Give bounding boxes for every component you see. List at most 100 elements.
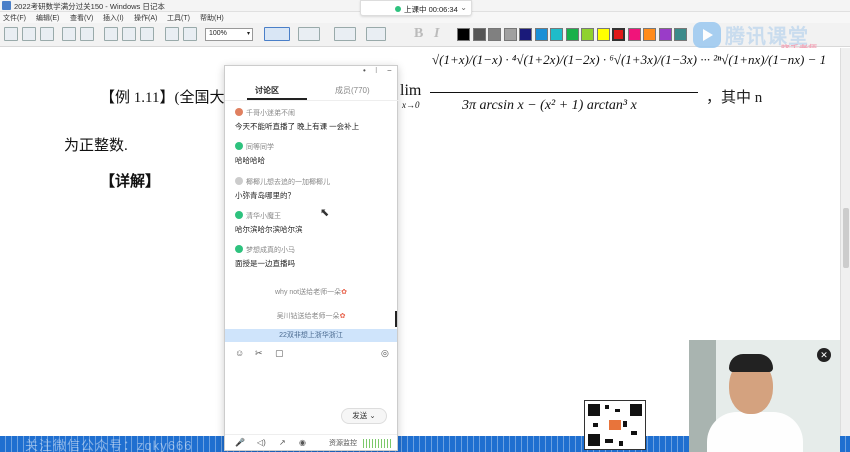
- scrollbar-thumb[interactable]: [843, 208, 849, 268]
- message-text: 面授是一边直播吗: [235, 259, 295, 268]
- live-timer: 上课中 00:06:34: [404, 5, 458, 14]
- redo-icon[interactable]: [183, 27, 197, 41]
- live-status-pill[interactable]: 上课中 00:06:34 ⌄: [360, 0, 472, 16]
- presenter-hair: [729, 354, 773, 372]
- formula-tail: ，其中 n: [706, 90, 763, 106]
- watermark-text: 关注微信公众号：zqky666: [25, 438, 193, 452]
- emoji-icon[interactable]: ☺: [235, 348, 244, 358]
- example-heading: 【例 1.11】(全国大学: [100, 90, 240, 106]
- color-swatch[interactable]: [472, 28, 486, 41]
- location-icon[interactable]: ◉: [299, 438, 306, 447]
- app-icon: [2, 1, 11, 10]
- message-text: 今天不能听直播了 晚上有课 一会补上: [235, 122, 360, 131]
- system-gift-message: why not送给老师一朵✿: [225, 287, 397, 297]
- answer-heading: 【详解】: [100, 174, 161, 190]
- avatar: [235, 211, 243, 219]
- menu-action[interactable]: 操作(A): [134, 13, 157, 23]
- message-text: 哈哈哈哈: [235, 156, 265, 165]
- menu-view[interactable]: 查看(V): [70, 13, 93, 23]
- color-swatch[interactable]: [643, 28, 656, 41]
- chevron-down-icon: ▾: [246, 31, 250, 37]
- zoom-select[interactable]: 100% ▾: [205, 28, 253, 41]
- send-label: 发送: [352, 411, 368, 420]
- menu-help[interactable]: 帮助(H): [200, 13, 224, 23]
- more-icon[interactable]: ⁝: [375, 66, 378, 75]
- vertical-scrollbar[interactable]: [840, 48, 850, 438]
- cut-icon[interactable]: [104, 27, 118, 41]
- italic-icon[interactable]: I: [434, 26, 439, 42]
- system-gift-message: 吴川钻送给老师一朵✿: [225, 311, 397, 321]
- pen-tool-icon[interactable]: [264, 27, 290, 41]
- color-swatch[interactable]: [457, 28, 470, 41]
- color-swatch[interactable]: [658, 28, 672, 41]
- chevron-down-icon[interactable]: ⌄: [369, 411, 375, 420]
- avatar: [235, 177, 243, 185]
- color-swatch[interactable]: [596, 28, 610, 41]
- limit-formula: lim x→0 √(1+x)/(1−x) · ⁴√(1+2x)/(1−2x) ·…: [400, 48, 826, 118]
- flower-icon: ✿: [339, 313, 346, 320]
- chat-scrollbar[interactable]: [395, 311, 397, 327]
- new-page-icon[interactable]: [4, 27, 18, 41]
- chat-panel: • ⁝ − 讨论区 成员(770) 千哥小迷弟不闹 今天不能听直播了 晚上有课 …: [224, 65, 399, 451]
- close-icon[interactable]: ✕: [817, 348, 831, 362]
- color-swatch[interactable]: [565, 28, 579, 41]
- webcam-view[interactable]: ✕: [689, 340, 840, 452]
- sender-name-text: 同等同学: [246, 144, 274, 151]
- color-swatch[interactable]: [503, 28, 517, 41]
- resource-monitor-label[interactable]: 资源监控: [329, 438, 357, 448]
- menu-insert[interactable]: 插入(I): [103, 13, 124, 23]
- paste-icon[interactable]: [140, 27, 154, 41]
- sender-name-text: 千哥小迷弟不闹: [246, 110, 295, 117]
- color-swatch[interactable]: [488, 28, 501, 41]
- chat-input-toolbar: ☺ ✂ ▢ ◎: [235, 348, 395, 360]
- system-highlight-message: 22双非想上浙华浙江: [225, 329, 397, 342]
- menu-tools[interactable]: 工具(T): [167, 13, 190, 23]
- open-icon[interactable]: [22, 27, 36, 41]
- eraser-icon[interactable]: [334, 27, 356, 41]
- tab-discussion[interactable]: 讨论区: [255, 85, 279, 96]
- play-logo-icon: [693, 22, 721, 48]
- chat-footer: 🎤 ◁) ↗ ◉ 资源监控: [225, 434, 397, 450]
- color-swatch[interactable]: [612, 28, 625, 41]
- sender-name-text: 梦想成真的小马: [246, 247, 295, 254]
- fraction-bar: [430, 92, 698, 93]
- email-icon[interactable]: [62, 27, 76, 41]
- share-icon[interactable]: ↗: [279, 438, 286, 447]
- active-tab-underline: [247, 98, 307, 100]
- tab-members[interactable]: 成员(770): [335, 85, 370, 96]
- formula-numerator: √(1+x)/(1−x) · ⁴√(1+2x)/(1−2x) · ⁶√(1+3x…: [432, 52, 827, 67]
- window-title: 2022考研数学满分过关150 - Windows 日记本: [14, 2, 165, 11]
- sender-name: 梦想成真的小马: [235, 245, 295, 255]
- formula-denominator: 3π arcsin x − (x² + 1) arctan³ x: [462, 98, 637, 113]
- zoom-value: 100%: [209, 30, 227, 37]
- color-swatch[interactable]: [519, 28, 532, 41]
- find-icon[interactable]: [80, 27, 94, 41]
- pin-icon[interactable]: •: [363, 66, 366, 75]
- menu-file[interactable]: 文件(F): [3, 13, 26, 23]
- message-text: 哈尔滨哈尔滨哈尔滨: [235, 225, 303, 234]
- highlighter-icon[interactable]: [298, 27, 320, 41]
- scissors-icon[interactable]: ✂: [255, 348, 263, 359]
- save-icon[interactable]: [40, 27, 54, 41]
- sender-name-text: 椰椰儿想去追的一加椰椰儿: [246, 179, 330, 186]
- menu-edit[interactable]: 编辑(E): [36, 13, 59, 23]
- settings-icon[interactable]: ◎: [381, 348, 389, 359]
- undo-icon[interactable]: [165, 27, 179, 41]
- speaker-icon[interactable]: ◁): [257, 438, 266, 447]
- qr-center-logo: [607, 418, 623, 432]
- sender-name: 同等同学: [235, 142, 274, 152]
- avatar: [235, 142, 243, 150]
- color-swatch[interactable]: [534, 28, 548, 41]
- color-swatch[interactable]: [627, 28, 641, 41]
- color-swatch[interactable]: [674, 28, 687, 41]
- copy-icon[interactable]: [122, 27, 136, 41]
- send-button[interactable]: 发送 ⌄: [341, 408, 387, 424]
- color-swatch[interactable]: [550, 28, 563, 41]
- bold-icon[interactable]: B: [414, 26, 423, 42]
- image-icon[interactable]: ▢: [275, 348, 284, 359]
- lasso-select-icon[interactable]: [366, 27, 386, 41]
- minimize-icon[interactable]: −: [387, 66, 392, 75]
- color-swatch[interactable]: [581, 28, 594, 41]
- sender-name: 椰椰儿想去追的一加椰椰儿: [235, 177, 330, 187]
- microphone-icon[interactable]: 🎤: [235, 438, 245, 447]
